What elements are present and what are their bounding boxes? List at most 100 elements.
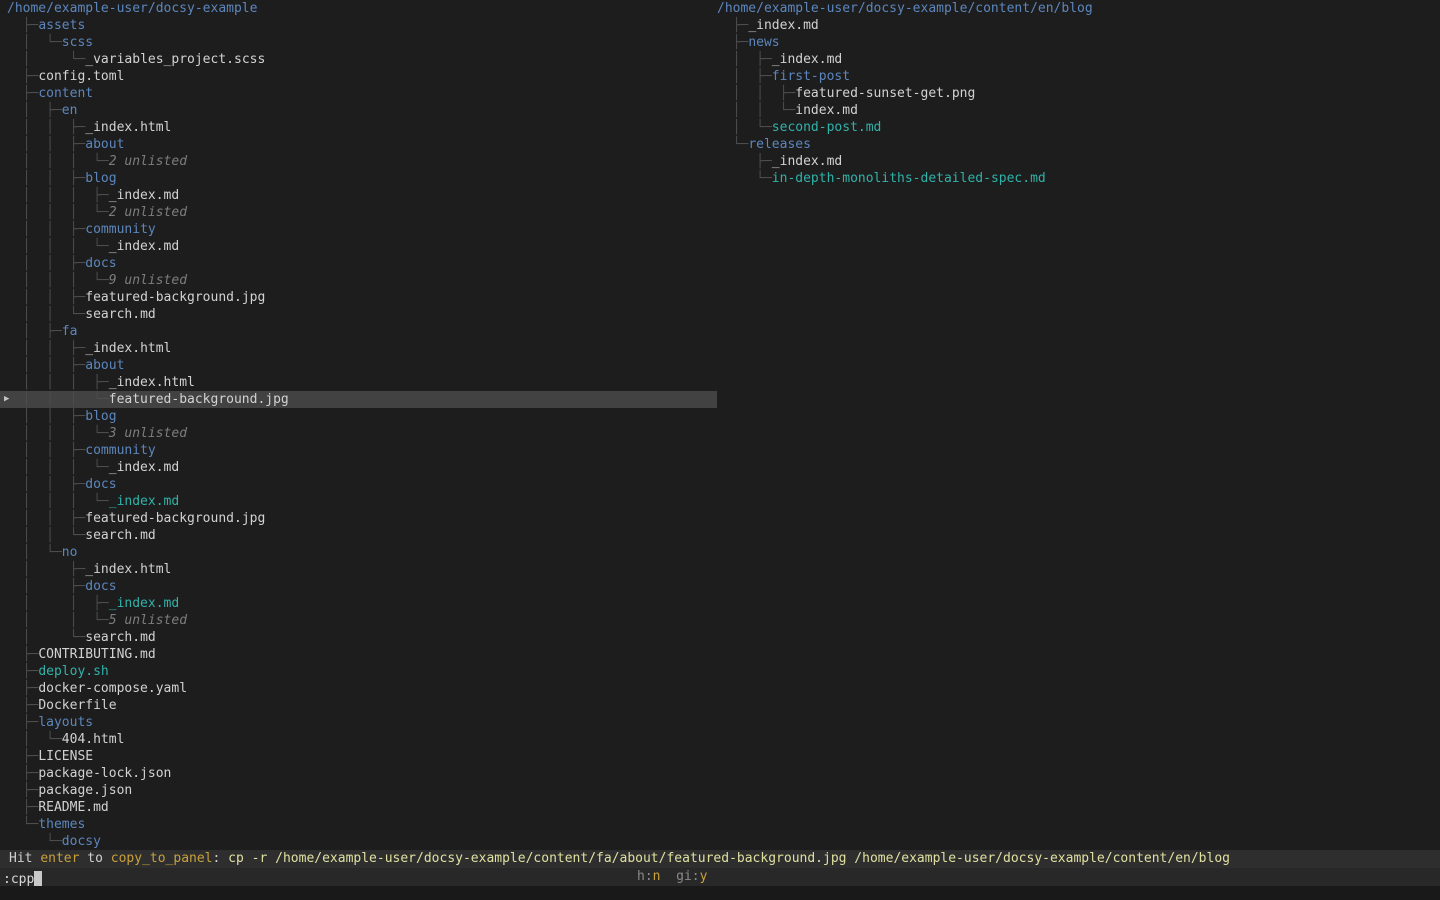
file-entry[interactable]: config.toml — [38, 69, 124, 84]
tree-row[interactable]: ├─deploy.sh — [0, 663, 717, 680]
dir-entry[interactable]: content — [38, 86, 93, 101]
tree-row[interactable]: ├─package.json — [0, 782, 717, 799]
tree-row[interactable]: │ │ ├─_index.md — [0, 595, 717, 612]
tree-row[interactable]: ├─news — [710, 34, 1440, 51]
file-entry-exec[interactable]: second-post.md — [772, 120, 882, 135]
tree-row[interactable]: │ └─404.html — [0, 731, 717, 748]
tree-row[interactable]: │ ├─docs — [0, 578, 717, 595]
panel-left-path-title[interactable]: /home/example-user/docsy-example — [0, 0, 717, 17]
tree-row[interactable]: │ │ │ └─_index.md — [0, 493, 717, 510]
file-entry[interactable]: _index.md — [109, 188, 179, 203]
tree-row[interactable]: ├─Dockerfile — [0, 697, 717, 714]
dir-entry[interactable]: layouts — [38, 715, 93, 730]
file-entry[interactable]: README.md — [38, 800, 108, 815]
tree-row[interactable]: │ │ └─5 unlisted — [0, 612, 717, 629]
tree-row[interactable]: │ ├─_index.html — [0, 561, 717, 578]
file-entry[interactable]: index.md — [795, 103, 858, 118]
file-entry[interactable]: search.md — [85, 307, 155, 322]
tree-row[interactable]: ├─README.md — [0, 799, 717, 816]
tree-row[interactable]: ├─layouts — [0, 714, 717, 731]
tree-row[interactable]: │ └─no — [0, 544, 717, 561]
tree-row[interactable]: │ │ │ └─_index.md — [0, 459, 717, 476]
file-entry[interactable]: _index.md — [109, 239, 179, 254]
tree-row[interactable]: │ │ │ └─2 unlisted — [0, 153, 717, 170]
tree-row[interactable]: │ │ ├─community — [0, 221, 717, 238]
dir-entry[interactable]: docs — [85, 579, 116, 594]
file-entry[interactable]: featured-sunset-get.png — [795, 86, 975, 101]
file-entry[interactable]: package.json — [38, 783, 132, 798]
file-entry[interactable]: _index.html — [85, 120, 171, 135]
file-entry[interactable]: _index.html — [85, 341, 171, 356]
file-entry[interactable]: _index.md — [748, 18, 818, 33]
tree-row[interactable]: ├─assets — [0, 17, 717, 34]
unlisted-count[interactable]: 3 unlisted — [109, 426, 187, 441]
file-entry[interactable]: CONTRIBUTING.md — [38, 647, 155, 662]
tree-row[interactable]: │ └─second-post.md — [710, 119, 1440, 136]
tree-row[interactable]: └─docsy — [0, 833, 717, 850]
tree-row[interactable]: │ │ ├─blog — [0, 408, 717, 425]
dir-entry[interactable]: about — [85, 137, 124, 152]
file-entry[interactable]: LICENSE — [38, 749, 93, 764]
tree-row[interactable]: ├─LICENSE — [0, 748, 717, 765]
file-entry[interactable]: Dockerfile — [38, 698, 116, 713]
dir-entry[interactable]: blog — [85, 409, 116, 424]
tree-row[interactable]: │ │ └─index.md — [710, 102, 1440, 119]
file-entry-exec[interactable]: in-depth-monoliths-detailed-spec.md — [772, 171, 1046, 186]
unlisted-count[interactable]: 9 unlisted — [109, 273, 187, 288]
tree-row[interactable]: │ │ └─search.md — [0, 306, 717, 323]
tree-row[interactable]: │ │ │ ├─_index.html — [0, 374, 717, 391]
tree-row[interactable]: │ │ │ └─9 unlisted — [0, 272, 717, 289]
tree-row[interactable]: └─releases — [710, 136, 1440, 153]
tree-row[interactable]: │ └─scss — [0, 34, 717, 51]
file-entry[interactable]: docker-compose.yaml — [38, 681, 187, 696]
file-entry-exec[interactable]: _index.md — [109, 494, 179, 509]
file-entry[interactable]: _variables_project.scss — [85, 52, 265, 67]
file-entry[interactable]: search.md — [85, 528, 155, 543]
dir-entry[interactable]: news — [748, 35, 779, 50]
dir-entry[interactable]: assets — [38, 18, 85, 33]
tree-row[interactable]: │ │ ├─_index.html — [0, 119, 717, 136]
dir-entry[interactable]: docs — [85, 477, 116, 492]
tree-row[interactable]: │ └─search.md — [0, 629, 717, 646]
tree-row[interactable]: ├─content — [0, 85, 717, 102]
tree-row[interactable]: └─in-depth-monoliths-detailed-spec.md — [710, 170, 1440, 187]
tree-row[interactable]: │ ├─first-post — [710, 68, 1440, 85]
dir-entry[interactable]: first-post — [772, 69, 850, 84]
tree-row-selected[interactable]: ▶ │ │ │ └─featured-background.jpg — [0, 391, 717, 408]
tree-row[interactable]: │ ├─fa — [0, 323, 717, 340]
dir-entry[interactable]: scss — [62, 35, 93, 50]
tree-row[interactable]: ├─CONTRIBUTING.md — [0, 646, 717, 663]
dir-entry[interactable]: en — [62, 103, 78, 118]
tree-row[interactable]: │ └─_variables_project.scss — [0, 51, 717, 68]
tree-row[interactable]: │ │ ├─community — [0, 442, 717, 459]
dir-entry[interactable]: no — [62, 545, 78, 560]
tree-row[interactable]: │ │ ├─featured-background.jpg — [0, 510, 717, 527]
tree-row[interactable]: │ ├─en — [0, 102, 717, 119]
tree-row[interactable]: │ │ ├─about — [0, 136, 717, 153]
file-entry[interactable]: _index.md — [772, 52, 842, 67]
dir-entry[interactable]: docs — [85, 256, 116, 271]
dir-entry[interactable]: about — [85, 358, 124, 373]
dir-entry[interactable]: community — [85, 443, 155, 458]
dir-entry[interactable]: themes — [38, 817, 85, 832]
command-input-value[interactable]: :cpp — [0, 872, 34, 887]
tree-row[interactable]: │ │ └─search.md — [0, 527, 717, 544]
tree-row[interactable]: └─themes — [0, 816, 717, 833]
unlisted-count[interactable]: 2 unlisted — [109, 154, 187, 169]
tree-row[interactable]: │ │ │ └─_index.md — [0, 238, 717, 255]
tree-row[interactable]: │ │ ├─_index.html — [0, 340, 717, 357]
file-entry[interactable]: featured-background.jpg — [85, 290, 265, 305]
file-entry[interactable]: 404.html — [62, 732, 125, 747]
file-entry-exec[interactable]: deploy.sh — [38, 664, 108, 679]
file-entry[interactable]: package-lock.json — [38, 766, 171, 781]
tree-row[interactable]: ├─docker-compose.yaml — [0, 680, 717, 697]
dir-entry[interactable]: community — [85, 222, 155, 237]
tree-row[interactable]: │ │ ├─docs — [0, 255, 717, 272]
file-entry[interactable]: _index.html — [109, 375, 195, 390]
dir-entry[interactable]: docsy — [62, 834, 101, 849]
file-entry[interactable]: featured-background.jpg — [85, 511, 265, 526]
tree-row[interactable]: │ │ ├─featured-background.jpg — [0, 289, 717, 306]
file-entry-exec[interactable]: _index.md — [109, 596, 179, 611]
tree-row[interactable]: │ │ │ └─2 unlisted — [0, 204, 717, 221]
dir-entry[interactable]: fa — [62, 324, 78, 339]
